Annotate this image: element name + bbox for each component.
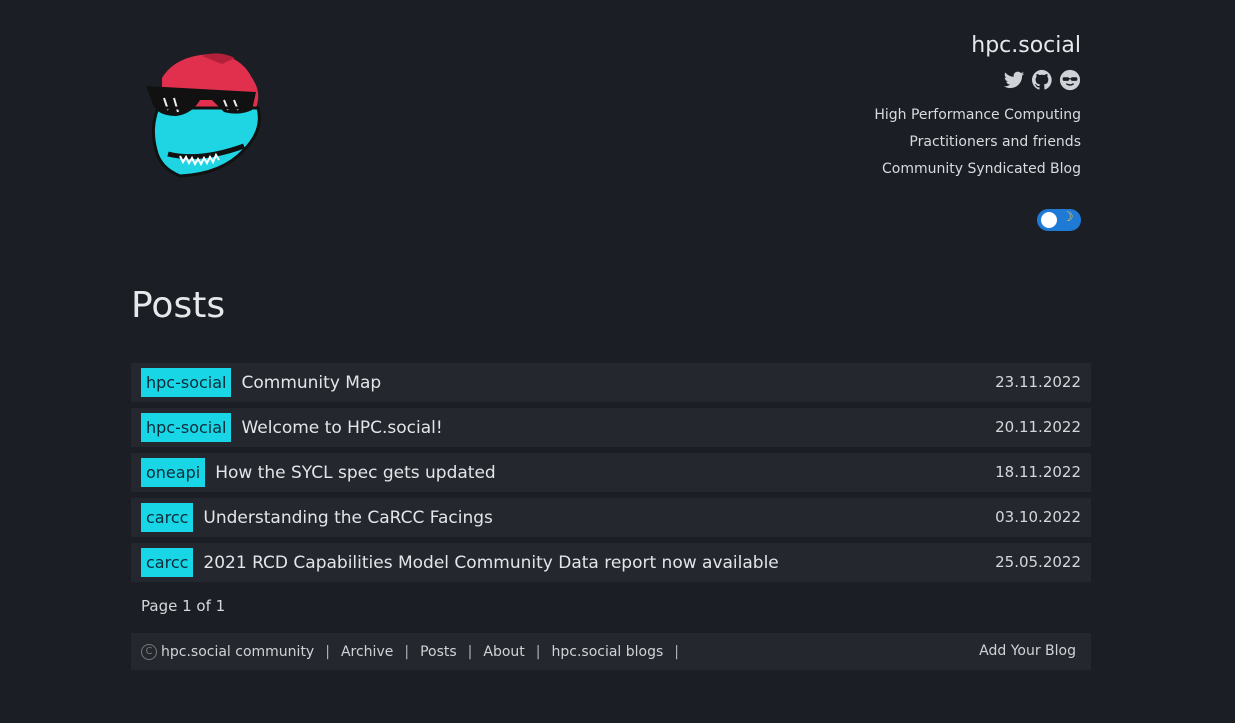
post-link[interactable]: Understanding the CaRCC Facings — [203, 508, 492, 528]
add-blog-link[interactable]: Add Your Blog — [979, 643, 1076, 659]
list-item: carcc 2021 RCD Capabilities Model Commun… — [131, 543, 1091, 582]
post-date: 20.11.2022 — [995, 418, 1081, 436]
tagline-line: Community Syndicated Blog — [882, 161, 1081, 177]
separator: | — [467, 643, 473, 660]
site-logo[interactable] — [140, 50, 270, 180]
theme-toggle[interactable]: ☽ — [1037, 209, 1081, 231]
social-links — [1003, 69, 1081, 91]
copyright-icon: C — [141, 643, 157, 660]
copyright: C hpc.social community — [141, 643, 314, 660]
post-tag[interactable]: carcc — [141, 548, 194, 577]
footer: C hpc.social community | Archive | Posts… — [131, 633, 1091, 670]
pagination-text: Page 1 of 1 — [141, 597, 226, 615]
footer-link-posts[interactable]: Posts — [420, 644, 457, 660]
dinosaur-logo-icon — [146, 53, 261, 178]
post-link[interactable]: Community Map — [241, 373, 381, 393]
separator: | — [674, 643, 680, 660]
copyright-link[interactable]: hpc.social community — [161, 644, 314, 660]
post-link[interactable]: 2021 RCD Capabilities Model Community Da… — [203, 553, 778, 573]
footer-link-about[interactable]: About — [483, 644, 524, 660]
post-date: 25.05.2022 — [995, 553, 1081, 571]
footer-link-blogs[interactable]: hpc.social blogs — [552, 644, 664, 660]
list-item: oneapi How the SYCL spec gets updated 18… — [131, 453, 1091, 492]
post-tag[interactable]: oneapi — [141, 458, 206, 487]
post-list: hpc-social Community Map 23.11.2022 hpc-… — [131, 363, 1091, 588]
separator: | — [404, 643, 410, 660]
post-date: 23.11.2022 — [995, 373, 1081, 391]
page: hpc.social High Performance Computing Pr… — [0, 0, 1235, 723]
twitter-icon[interactable] — [1003, 69, 1025, 91]
post-tag[interactable]: hpc-social — [141, 413, 232, 442]
list-item: hpc-social Welcome to HPC.social! 20.11.… — [131, 408, 1091, 447]
toggle-knob — [1041, 212, 1057, 228]
moon-icon: ☽ — [1062, 210, 1074, 225]
separator: | — [535, 643, 541, 660]
page-title: Posts — [131, 285, 226, 326]
site-title[interactable]: hpc.social — [971, 33, 1081, 58]
site-tagline: High Performance Computing Practitioners… — [874, 102, 1081, 183]
separator: | — [325, 643, 330, 660]
tagline-line: High Performance Computing — [874, 107, 1081, 123]
post-date: 03.10.2022 — [995, 508, 1081, 526]
tagline-line: Practitioners and friends — [909, 134, 1081, 150]
list-item: hpc-social Community Map 23.11.2022 — [131, 363, 1091, 402]
list-item: carcc Understanding the CaRCC Facings 03… — [131, 498, 1091, 537]
post-tag[interactable]: hpc-social — [141, 368, 232, 397]
footer-link-archive[interactable]: Archive — [341, 644, 393, 660]
post-tag[interactable]: carcc — [141, 503, 194, 532]
post-link[interactable]: How the SYCL spec gets updated — [215, 463, 496, 483]
post-link[interactable]: Welcome to HPC.social! — [241, 418, 442, 438]
github-icon[interactable] — [1031, 69, 1053, 91]
mastodon-icon[interactable] — [1059, 69, 1081, 91]
post-date: 18.11.2022 — [995, 463, 1081, 481]
